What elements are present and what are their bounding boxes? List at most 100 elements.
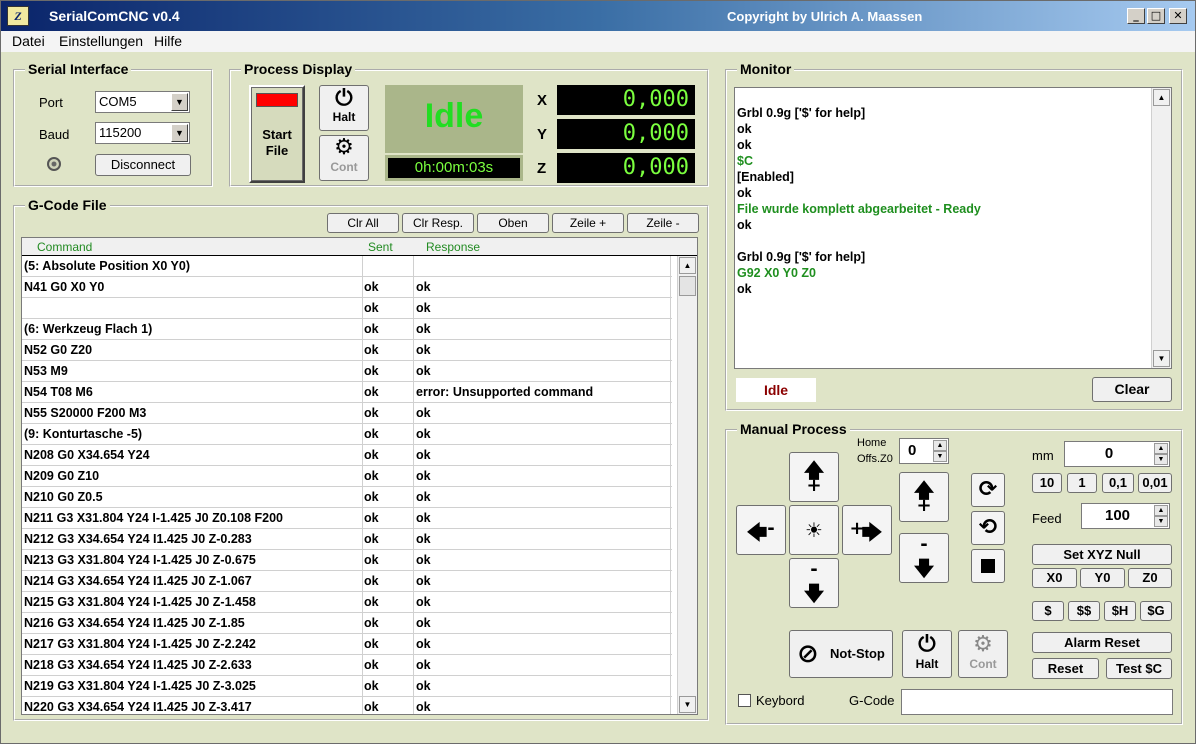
cont-button[interactable]: ⚙ Cont <box>319 135 369 181</box>
menu-hilfe[interactable]: Hilfe <box>154 33 182 49</box>
step-0-1-button[interactable]: 0,1 <box>1102 473 1134 493</box>
column-command[interactable]: Command <box>37 240 92 254</box>
baud-select[interactable]: 115200 ▼ <box>95 122 190 144</box>
step-0-01-button[interactable]: 0,01 <box>1138 473 1172 493</box>
home-offset-input[interactable]: 0 ▲ ▼ <box>899 438 949 464</box>
table-row[interactable]: N219 G3 X31.804 Y24 I-1.425 J0 Z-3.025 ok… <box>22 676 672 697</box>
table-row[interactable]: (6: Werkzeug Flach 1) ok ok <box>22 319 672 340</box>
table-row[interactable]: N218 G3 X34.654 Y24 I1.425 J0 Z-2.633 ok o… <box>22 655 672 676</box>
step-1-button[interactable]: 1 <box>1067 473 1097 493</box>
column-sent[interactable]: Sent <box>368 240 393 254</box>
table-row[interactable]: N216 G3 X34.654 Y24 I1.425 J0 Z-1.85 ok ok <box>22 613 672 634</box>
column-response[interactable]: Response <box>426 240 480 254</box>
test-c-button[interactable]: Test $C <box>1106 658 1172 679</box>
grbl-home-button[interactable]: $H <box>1104 601 1136 621</box>
grbl-gcode-state-button[interactable]: $G <box>1140 601 1172 621</box>
jog-z-minus-button[interactable]: - 🡇 <box>899 533 949 583</box>
command-cell: N211 G3 X31.804 Y24 I-1.425 J0 Z0.108 F2… <box>24 511 283 525</box>
feed-input[interactable]: 100 ▲ ▼ <box>1081 503 1170 529</box>
spin-down-icon[interactable]: ▼ <box>1154 454 1168 465</box>
set-xyz-null-button[interactable]: Set XYZ Null <box>1032 544 1172 565</box>
table-row[interactable]: N41 G0 X0 Y0 ok ok <box>22 277 672 298</box>
table-row[interactable]: N209 G0 Z10 ok ok <box>22 466 672 487</box>
clear-response-button[interactable]: Clr Resp. <box>402 213 474 233</box>
reset-button[interactable]: Reset <box>1032 658 1099 679</box>
keyboard-checkbox[interactable] <box>738 694 751 707</box>
jog-y-minus-button[interactable]: - 🡇 <box>789 558 839 608</box>
spin-up-icon[interactable]: ▲ <box>1154 505 1168 516</box>
chevron-down-icon[interactable]: ▼ <box>171 93 188 111</box>
table-row[interactable]: N208 G0 X34.654 Y24 ok ok <box>22 445 672 466</box>
sent-cell: ok <box>364 469 379 483</box>
jog-z-plus-button[interactable]: 🡅 + <box>899 472 949 522</box>
halt-button[interactable]: ⏻ Halt <box>319 85 369 131</box>
z0-button[interactable]: Z0 <box>1128 568 1172 588</box>
table-row[interactable]: N55 S20000 F200 M3 ok ok <box>22 403 672 424</box>
table-row[interactable]: N215 G3 X31.804 Y24 I-1.425 J0 Z-1.458 ok… <box>22 592 672 613</box>
scroll-down-icon[interactable]: ▼ <box>1153 350 1170 367</box>
table-row[interactable]: ok ok <box>22 298 672 319</box>
chevron-down-icon[interactable]: ▼ <box>171 124 188 142</box>
minimize-button[interactable]: _ <box>1127 8 1145 24</box>
close-button[interactable]: ✕ <box>1169 8 1187 24</box>
scroll-thumb[interactable] <box>679 276 696 296</box>
table-row[interactable]: (5: Absolute Position X0 Y0) <box>22 256 672 277</box>
top-button[interactable]: Oben <box>477 213 549 233</box>
y0-button[interactable]: Y0 <box>1080 568 1125 588</box>
spindle-ccw-button[interactable]: ⟲ <box>971 511 1005 545</box>
spin-down-icon[interactable]: ▼ <box>933 451 947 462</box>
response-cell: ok <box>416 658 431 672</box>
grbl-settings-button[interactable]: $ <box>1032 601 1064 621</box>
table-row[interactable]: N53 M9 ok ok <box>22 361 672 382</box>
spin-up-icon[interactable]: ▲ <box>933 440 947 451</box>
spin-up-icon[interactable]: ▲ <box>1154 443 1168 454</box>
y-position: 0,000 <box>557 119 695 149</box>
table-row[interactable]: N220 G3 X34.654 Y24 I1.425 J0 Z-3.417 ok o… <box>22 697 672 714</box>
line-up-button[interactable]: Zeile + <box>552 213 624 233</box>
maximize-button[interactable]: □ <box>1147 8 1165 24</box>
mm-input[interactable]: 0 ▲ ▼ <box>1064 441 1170 467</box>
table-row[interactable]: N54 T08 M6 ok error: Unsupported command <box>22 382 672 403</box>
menu-datei[interactable]: Datei <box>12 33 45 49</box>
jog-x-plus-button[interactable]: + 🡆 <box>842 505 892 555</box>
table-row[interactable]: N217 G3 X31.804 Y24 I-1.425 J0 Z-2.242 ok… <box>22 634 672 655</box>
table-row[interactable]: N213 G3 X31.804 Y24 I-1.425 J0 Z-0.675 ok… <box>22 550 672 571</box>
clear-button[interactable]: Clear <box>1092 377 1172 402</box>
x0-button[interactable]: X0 <box>1032 568 1077 588</box>
spindle-stop-button[interactable] <box>971 549 1005 583</box>
table-row[interactable]: (9: Konturtasche -5) ok ok <box>22 424 672 445</box>
scroll-up-icon[interactable]: ▲ <box>1153 89 1170 106</box>
table-row[interactable]: N52 G0 Z20 ok ok <box>22 340 672 361</box>
table-scrollbar[interactable]: ▲ ▼ <box>677 256 697 714</box>
monitor-scrollbar[interactable]: ▲ ▼ <box>1151 88 1171 368</box>
grbl-view-settings-button[interactable]: $$ <box>1068 601 1100 621</box>
table-row[interactable]: N212 G3 X34.654 Y24 I1.425 J0 Z-0.283 ok o… <box>22 529 672 550</box>
step-10-button[interactable]: 10 <box>1032 473 1062 493</box>
table-row[interactable]: N214 G3 X34.654 Y24 I1.425 J0 Z-1.067 ok o… <box>22 571 672 592</box>
sent-cell: ok <box>364 658 379 672</box>
manual-halt-button[interactable]: ⏻ Halt <box>902 630 952 678</box>
scroll-down-icon[interactable]: ▼ <box>679 696 696 713</box>
table-row[interactable]: N211 G3 X31.804 Y24 I-1.425 J0 Z0.108 F2… <box>22 508 672 529</box>
disconnect-button[interactable]: Disconnect <box>95 154 191 176</box>
process-display-group: Process Display Start File ⏻ Halt ⚙ Cont… <box>229 61 709 187</box>
emergency-stop-button[interactable]: ⊘ Not-Stop <box>789 630 893 678</box>
spindle-cw-button[interactable]: ⟳ <box>971 473 1005 507</box>
gcode-input[interactable] <box>901 689 1173 715</box>
line-down-button[interactable]: Zeile - <box>627 213 699 233</box>
monitor-output[interactable]: Grbl 0.9g ['$' for help] ok ok $C [Enabled] o… <box>734 87 1172 369</box>
jog-y-plus-button[interactable]: 🡅 + <box>789 452 839 502</box>
table-row[interactable]: N210 G0 Z0.5 ok ok <box>22 487 672 508</box>
feed-value: 100 <box>1104 507 1131 524</box>
spin-down-icon[interactable]: ▼ <box>1154 516 1168 527</box>
port-select[interactable]: COM5 ▼ <box>95 91 190 113</box>
manual-cont-button[interactable]: ⚙ Cont <box>958 630 1008 678</box>
start-file-button[interactable]: Start File <box>249 85 305 183</box>
command-cell: N52 G0 Z20 <box>24 343 93 357</box>
menu-einstellungen[interactable]: Einstellungen <box>59 33 143 49</box>
jog-x-minus-button[interactable]: 🡄 - <box>736 505 786 555</box>
scroll-up-icon[interactable]: ▲ <box>679 257 696 274</box>
clear-all-button[interactable]: Clr All <box>327 213 399 233</box>
plus-sign: + <box>916 495 932 516</box>
alarm-reset-button[interactable]: Alarm Reset <box>1032 632 1172 653</box>
